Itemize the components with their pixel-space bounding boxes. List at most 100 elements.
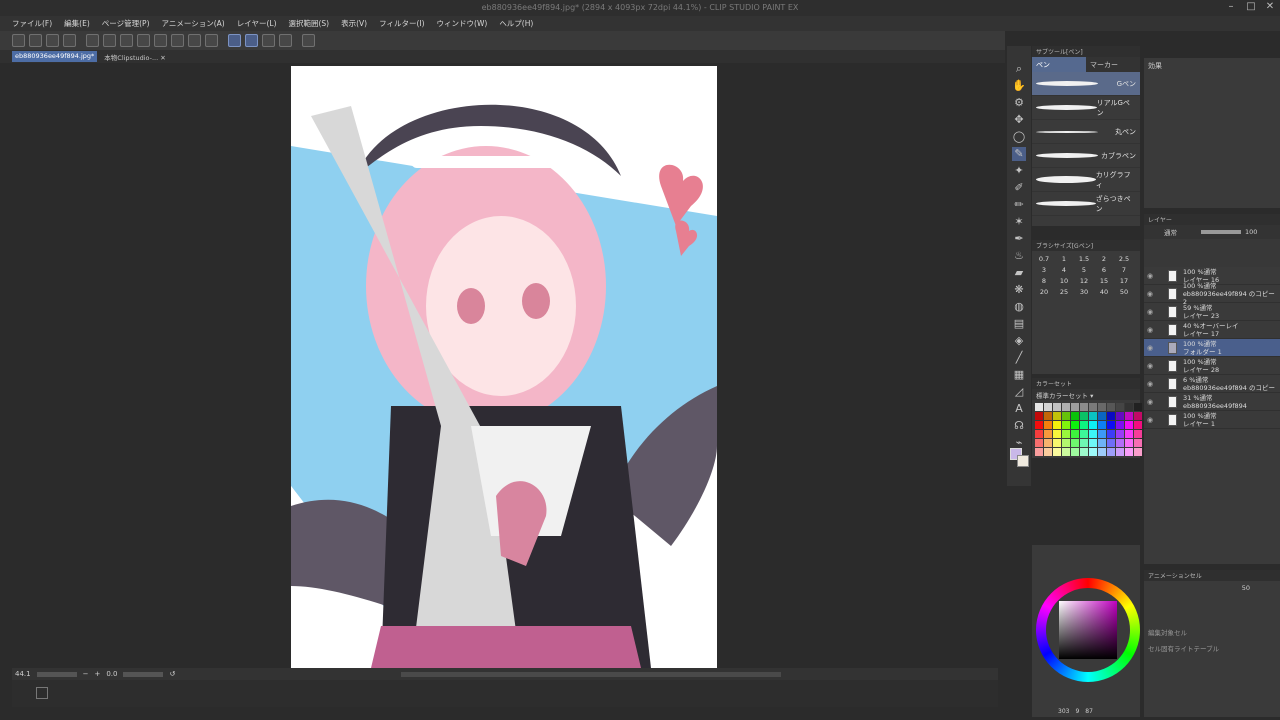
- color-swatch[interactable]: [1125, 421, 1133, 429]
- color-swatch[interactable]: [1116, 448, 1124, 456]
- blend-mode-select[interactable]: 通常: [1164, 227, 1177, 237]
- brush-calligraphy[interactable]: カリグラフィ: [1032, 168, 1140, 192]
- tab-other-document[interactable]: 本物Clipstudio-... ✕: [101, 51, 168, 62]
- close-button[interactable]: ✕: [1262, 1, 1278, 15]
- color-swatch[interactable]: [1080, 421, 1088, 429]
- visibility-eye-icon[interactable]: ◉: [1144, 416, 1156, 424]
- color-swatch[interactable]: [1062, 421, 1070, 429]
- color-swatch[interactable]: [1080, 403, 1088, 411]
- zoom-readout[interactable]: 44.1: [15, 670, 31, 678]
- visibility-eye-icon[interactable]: ◉: [1144, 380, 1156, 388]
- size-option[interactable]: 40: [1094, 288, 1114, 296]
- rotate-readout[interactable]: 0.0: [106, 670, 117, 678]
- size-option[interactable]: 3: [1034, 266, 1054, 274]
- menu-edit[interactable]: 編集(E): [64, 18, 90, 29]
- menu-filter[interactable]: フィルター(I): [379, 18, 424, 29]
- color-set-select[interactable]: 標準カラーセット ▾: [1032, 389, 1140, 400]
- color-swatch[interactable]: [1080, 412, 1088, 420]
- open-file-icon[interactable]: [46, 34, 59, 47]
- grid-snap-icon[interactable]: [262, 34, 275, 47]
- color-swatch[interactable]: [1044, 430, 1052, 438]
- visibility-eye-icon[interactable]: ◉: [1144, 398, 1156, 406]
- saturation-value-square[interactable]: [1059, 601, 1117, 659]
- menu-selection[interactable]: 選択範囲(S): [289, 18, 330, 29]
- color-swatch[interactable]: [1035, 421, 1043, 429]
- color-swatch[interactable]: [1098, 448, 1106, 456]
- menu-page[interactable]: ページ管理(P): [102, 18, 150, 29]
- menu-file[interactable]: ファイル(F): [12, 18, 52, 29]
- brush-real-g-pen[interactable]: リアルGペン: [1032, 96, 1140, 120]
- color-swatch[interactable]: [1053, 430, 1061, 438]
- navigator-icon[interactable]: [36, 687, 48, 699]
- airbrush-tool-icon[interactable]: ♨: [1012, 249, 1026, 263]
- figure-tool-icon[interactable]: ╱: [1012, 351, 1026, 365]
- menu-view[interactable]: 表示(V): [341, 18, 367, 29]
- color-swatch[interactable]: [1071, 403, 1079, 411]
- color-swatch[interactable]: [1134, 439, 1142, 447]
- minimize-button[interactable]: –: [1223, 1, 1239, 15]
- color-swatch[interactable]: [1134, 421, 1142, 429]
- size-option[interactable]: 12: [1074, 277, 1094, 285]
- layer-row-selected[interactable]: ◉ 100 %通常 フォルダー 1: [1144, 339, 1280, 357]
- canvas-area[interactable]: [12, 63, 998, 668]
- app-icon[interactable]: [12, 34, 25, 47]
- document-icon[interactable]: [279, 34, 292, 47]
- size-option[interactable]: 50: [1114, 288, 1134, 296]
- size-option[interactable]: 0.7: [1034, 255, 1054, 263]
- color-swatch[interactable]: [1125, 412, 1133, 420]
- tab-marker[interactable]: マーカー: [1086, 57, 1140, 72]
- visibility-eye-icon[interactable]: ◉: [1144, 362, 1156, 370]
- layer-row[interactable]: ◉ 6 %通常 eb880936ee49f894 のコピー: [1144, 375, 1280, 393]
- horizontal-scrollbar[interactable]: [401, 671, 782, 677]
- help-icon[interactable]: [302, 34, 315, 47]
- zoom-tool-icon[interactable]: ⌕: [1012, 62, 1026, 76]
- color-swatch[interactable]: [1071, 439, 1079, 447]
- color-swatch[interactable]: [1044, 412, 1052, 420]
- hand-tool-icon[interactable]: ✋: [1012, 79, 1026, 93]
- deselect-icon[interactable]: [171, 34, 184, 47]
- color-swatch[interactable]: [1053, 439, 1061, 447]
- color-swatch[interactable]: [1098, 412, 1106, 420]
- zoom-slider[interactable]: [36, 671, 77, 677]
- layer-row[interactable]: ◉ 59 %通常 レイヤー 23: [1144, 303, 1280, 321]
- tab-pen[interactable]: ペン: [1032, 57, 1086, 72]
- size-option[interactable]: 5: [1074, 266, 1094, 274]
- eyedropper-icon[interactable]: ✐: [1012, 181, 1026, 195]
- color-wheel-area[interactable]: [1032, 578, 1140, 688]
- transform-icon[interactable]: [154, 34, 167, 47]
- special-ruler-snap-icon[interactable]: [245, 34, 258, 47]
- color-swatch[interactable]: [1035, 448, 1043, 456]
- gradient-tool-icon[interactable]: ▤: [1012, 317, 1026, 331]
- brush-kabura-pen[interactable]: カブラペン: [1032, 144, 1140, 168]
- opacity-slider[interactable]: [1201, 230, 1241, 234]
- menu-help[interactable]: ヘルプ(H): [499, 18, 533, 29]
- color-swatch[interactable]: [1134, 412, 1142, 420]
- color-swatch[interactable]: [1089, 430, 1097, 438]
- layer-row[interactable]: ◉ 100 %通常 レイヤー 28: [1144, 357, 1280, 375]
- color-swatch[interactable]: [1107, 439, 1115, 447]
- color-swatch[interactable]: [1080, 439, 1088, 447]
- color-swatch[interactable]: [1134, 448, 1142, 456]
- eraser-tool-icon[interactable]: ▰: [1012, 266, 1026, 280]
- color-swatch[interactable]: [1053, 421, 1061, 429]
- color-swatch[interactable]: [1134, 430, 1142, 438]
- fill-icon[interactable]: [137, 34, 150, 47]
- color-swatch[interactable]: [1080, 430, 1088, 438]
- color-swatch[interactable]: [1053, 448, 1061, 456]
- sub-color-swatch[interactable]: [1017, 455, 1029, 467]
- layer-row[interactable]: ◉ 40 %オーバーレイ レイヤー 17: [1144, 321, 1280, 339]
- size-option[interactable]: 20: [1034, 288, 1054, 296]
- save-icon[interactable]: [63, 34, 76, 47]
- size-option[interactable]: 6: [1094, 266, 1114, 274]
- zoom-in-icon[interactable]: +: [94, 670, 100, 678]
- menu-animation[interactable]: アニメーション(A): [162, 18, 225, 29]
- color-swatch[interactable]: [1062, 412, 1070, 420]
- color-swatch[interactable]: [1125, 448, 1133, 456]
- color-swatch[interactable]: [1107, 448, 1115, 456]
- maximize-button[interactable]: □: [1243, 1, 1259, 15]
- color-swatch[interactable]: [1098, 403, 1106, 411]
- decoration-tool-icon[interactable]: ❋: [1012, 283, 1026, 297]
- layer-row[interactable]: ◉ 100 %通常 レイヤー 1: [1144, 411, 1280, 429]
- clear-icon[interactable]: [120, 34, 133, 47]
- lasso-tool-icon[interactable]: ◯: [1012, 130, 1026, 144]
